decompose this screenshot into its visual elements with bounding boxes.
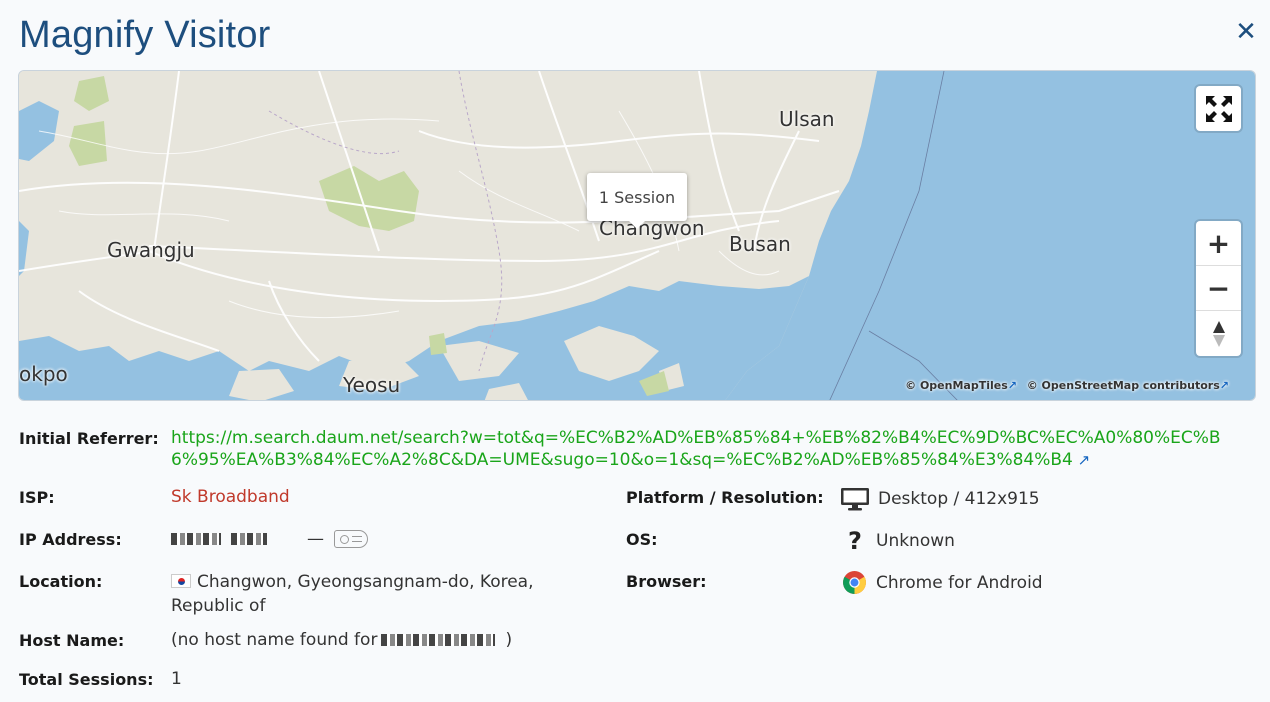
- platform-label: Platform / Resolution:: [626, 488, 824, 507]
- initial-referrer-link[interactable]: https://m.search.daum.net/search?w=tot&q…: [171, 428, 1221, 470]
- external-link-icon[interactable]: ↗: [1073, 451, 1091, 469]
- browser-text: Chrome for Android: [876, 572, 1043, 593]
- map-label-yeosu: Yeosu: [343, 373, 401, 397]
- ip-redacted: [171, 533, 221, 545]
- isp-value: Sk Broadband: [171, 487, 290, 507]
- platform-text: Desktop / 412x915: [878, 489, 1040, 509]
- zoom-controls: + −: [1196, 221, 1241, 356]
- host-name-label: Host Name:: [19, 631, 125, 650]
- zoom-in-button[interactable]: +: [1196, 221, 1241, 266]
- browser-value: Chrome for Android: [842, 570, 1043, 595]
- isp-label: ISP:: [19, 488, 55, 507]
- ip-address-label: IP Address:: [19, 530, 122, 549]
- session-popup[interactable]: 1 Session: [587, 173, 687, 229]
- question-icon: ?: [848, 527, 862, 555]
- fullscreen-button[interactable]: [1196, 86, 1241, 131]
- location-label: Location:: [19, 572, 103, 591]
- location-text: Changwon, Gyeongsangnam-do, Korea, Repub…: [171, 572, 534, 616]
- attribution-osm-text: © OpenStreetMap contributors: [1026, 379, 1220, 392]
- location-value: Changwon, Gyeongsangnam-do, Korea, Repub…: [171, 570, 611, 618]
- ip-dash: —: [307, 529, 324, 549]
- map-label-gwangju: Gwangju: [107, 238, 195, 262]
- ip-address-value: —: [171, 529, 368, 549]
- total-sessions-value: 1: [171, 669, 182, 689]
- map-label-ulsan: Ulsan: [779, 107, 835, 131]
- compass-icon: [1212, 320, 1225, 347]
- host-name-value: (no host name found for ): [171, 630, 512, 650]
- attribution-tiles-text: © OpenMapTiles: [905, 379, 1008, 392]
- map-label-busan: Busan: [729, 232, 791, 256]
- host-redacted: [381, 634, 496, 646]
- map-label-mokpo: okpo: [19, 362, 68, 386]
- os-text: Unknown: [876, 531, 955, 551]
- external-link-icon: ↗: [1007, 379, 1017, 392]
- host-name-prefix: (no host name found for: [171, 630, 378, 650]
- total-sessions-label: Total Sessions:: [19, 670, 154, 689]
- close-icon[interactable]: ✕: [1232, 18, 1260, 46]
- korea-flag-icon: [171, 574, 191, 588]
- os-value: ? Unknown: [846, 527, 955, 555]
- initial-referrer-label: Initial Referrer:: [19, 429, 159, 448]
- session-popup-text: 1 Session: [598, 187, 676, 207]
- chrome-icon: [843, 571, 866, 594]
- attribution-tiles[interactable]: © OpenMapTiles↗: [905, 379, 1017, 392]
- platform-value: Desktop / 412x915: [840, 487, 1040, 511]
- attribution-osm[interactable]: © OpenStreetMap contributors↗: [1027, 379, 1229, 392]
- desktop-icon: [841, 488, 869, 511]
- page-title: Magnify Visitor: [19, 14, 271, 56]
- initial-referrer-value: https://m.search.daum.net/search?w=tot&q…: [171, 427, 1231, 471]
- compass-button[interactable]: [1196, 311, 1241, 356]
- host-name-suffix: ): [505, 630, 513, 650]
- visitor-map[interactable]: Ulsan Gwangju Changwon Busan Yeosu okpo …: [18, 70, 1256, 401]
- os-label: OS:: [626, 530, 658, 549]
- ip-tag-icon[interactable]: [334, 530, 368, 548]
- zoom-out-button[interactable]: −: [1196, 266, 1241, 311]
- fullscreen-icon: [1205, 95, 1232, 122]
- browser-label: Browser:: [626, 572, 707, 591]
- external-link-icon: ↗: [1219, 379, 1229, 392]
- ip-redacted: [231, 533, 267, 545]
